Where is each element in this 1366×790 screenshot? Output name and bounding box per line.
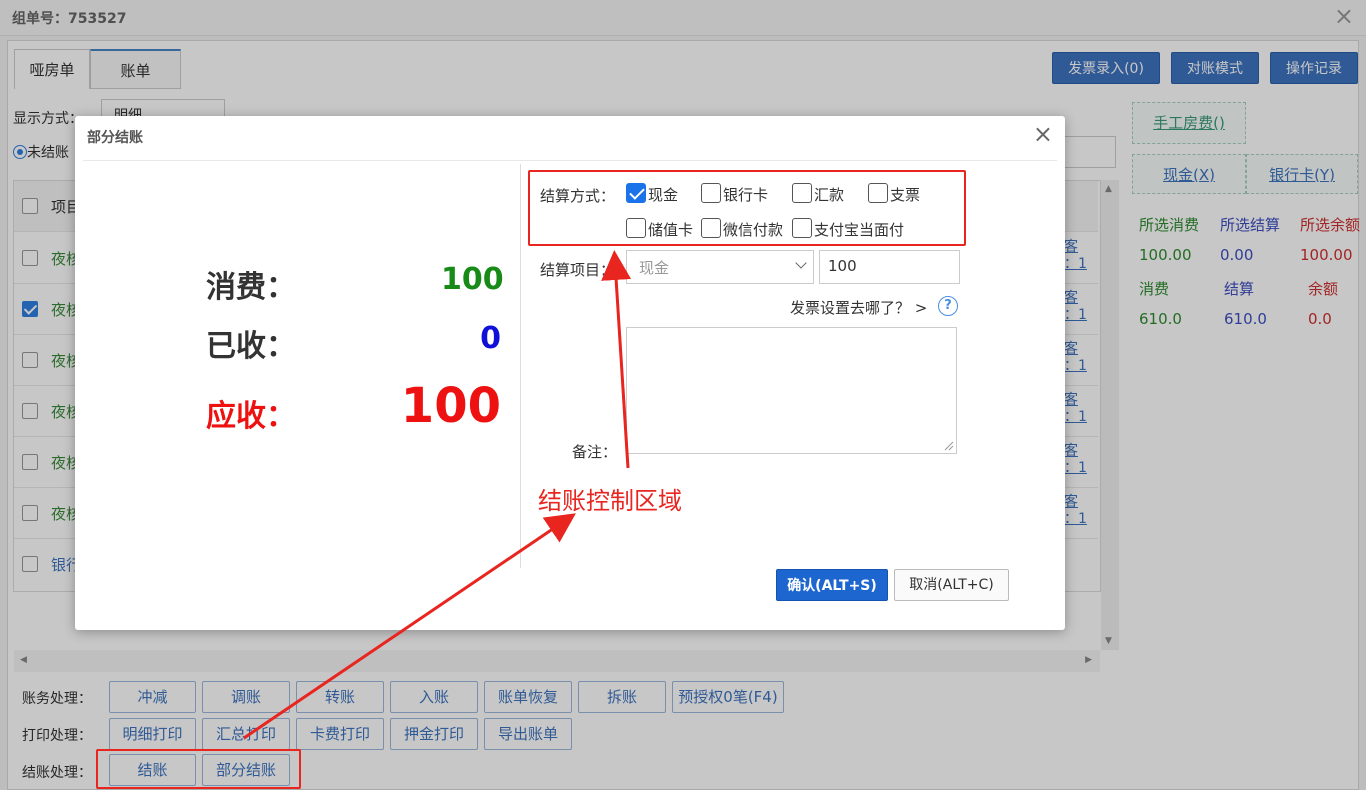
arrow-to-payment-area xyxy=(601,250,632,469)
annotation-arrows xyxy=(243,250,632,740)
arrow-from-checkout xyxy=(243,513,576,740)
